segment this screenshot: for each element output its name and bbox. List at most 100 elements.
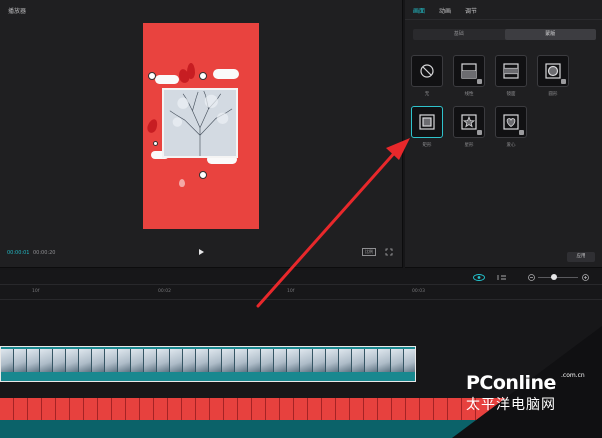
heart-icon bbox=[503, 114, 519, 130]
background-frame-thumbnail bbox=[364, 398, 378, 420]
apply-button[interactable]: 应用 bbox=[567, 252, 595, 262]
properties-tabs: 画面 动画 调节 bbox=[405, 0, 602, 20]
video-frame-thumbnail bbox=[378, 349, 391, 372]
background-frame-thumbnail bbox=[126, 398, 140, 420]
play-icon[interactable] bbox=[197, 248, 205, 256]
background-frame-thumbnail bbox=[238, 398, 252, 420]
video-frame-thumbnail bbox=[222, 349, 235, 372]
video-frame-thumbnail bbox=[339, 349, 352, 372]
star-icon bbox=[461, 114, 477, 130]
video-frame-thumbnail bbox=[261, 349, 274, 372]
ruler-tick: 10f bbox=[32, 289, 40, 294]
ruler-tick: 10f bbox=[287, 289, 295, 294]
video-frame-thumbnail bbox=[313, 349, 326, 372]
mask-star[interactable] bbox=[453, 106, 485, 138]
zoom-out-icon[interactable] bbox=[528, 274, 535, 281]
snap-icon[interactable] bbox=[497, 274, 507, 281]
zoom-in-icon[interactable] bbox=[582, 274, 589, 281]
eye-icon[interactable] bbox=[473, 274, 485, 281]
rectangle-icon bbox=[419, 114, 435, 130]
background-frame-thumbnail bbox=[98, 398, 112, 420]
fullscreen-icon[interactable] bbox=[385, 248, 393, 256]
current-time: 00:00:01 bbox=[7, 250, 30, 256]
background-frame-thumbnail bbox=[70, 398, 84, 420]
video-frame-thumbnail bbox=[300, 349, 313, 372]
video-frame-thumbnail bbox=[14, 349, 27, 372]
timeline-ruler[interactable]: 10f 00:02 10f 00:03 bbox=[0, 284, 602, 300]
background-frame-thumbnail bbox=[266, 398, 280, 420]
watermark: PConline .com.cn 太平洋电脑网 bbox=[466, 372, 585, 414]
mirror-icon bbox=[503, 63, 519, 79]
mask-circle[interactable] bbox=[537, 55, 569, 87]
subtab-mask[interactable]: 蒙版 bbox=[504, 29, 596, 40]
watermark-brand: PConline bbox=[466, 372, 556, 394]
tab-adjust[interactable]: 调节 bbox=[465, 6, 477, 15]
video-frame-thumbnail bbox=[352, 349, 365, 372]
background-frame-thumbnail bbox=[14, 398, 28, 420]
background-frame-thumbnail bbox=[420, 398, 434, 420]
background-frame-thumbnail bbox=[336, 398, 350, 420]
video-frame-thumbnail bbox=[144, 349, 157, 372]
delete-handle-icon[interactable] bbox=[199, 72, 207, 80]
mask-label: 圆形 bbox=[548, 92, 558, 97]
cloud-sticker bbox=[213, 69, 239, 79]
mask-rectangle[interactable] bbox=[411, 106, 443, 138]
tab-animation[interactable]: 动画 bbox=[439, 6, 451, 15]
video-frame-thumbnail bbox=[326, 349, 339, 372]
background-frame-thumbnail bbox=[168, 398, 182, 420]
copy-handle-icon[interactable] bbox=[153, 141, 158, 146]
rotate-handle-icon[interactable] bbox=[148, 72, 156, 80]
background-frame-thumbnail bbox=[182, 398, 196, 420]
video-frame-thumbnail bbox=[66, 349, 79, 372]
video-frame-thumbnail bbox=[183, 349, 196, 372]
video-frames bbox=[1, 349, 415, 372]
picture-subtabs: 基础 蒙版 bbox=[413, 29, 596, 40]
background-frame-thumbnail bbox=[28, 398, 42, 420]
video-frame-thumbnail bbox=[131, 349, 144, 372]
video-frame-thumbnail bbox=[248, 349, 261, 372]
download-icon bbox=[477, 130, 482, 135]
preview-canvas[interactable] bbox=[143, 23, 259, 229]
zoom-slider-handle[interactable] bbox=[551, 274, 557, 280]
background-frame-thumbnail bbox=[112, 398, 126, 420]
background-frame-thumbnail bbox=[280, 398, 294, 420]
photo-clip[interactable] bbox=[162, 88, 238, 158]
video-frame-thumbnail bbox=[105, 349, 118, 372]
video-frame-thumbnail bbox=[118, 349, 131, 372]
video-frame-thumbnail bbox=[157, 349, 170, 372]
zoom-slider[interactable] bbox=[538, 277, 578, 278]
download-icon bbox=[561, 79, 566, 84]
background-frame-thumbnail bbox=[42, 398, 56, 420]
background-frame-thumbnail bbox=[154, 398, 168, 420]
mask-label: 星形 bbox=[464, 143, 474, 148]
player-title: 播放器 bbox=[8, 8, 27, 15]
video-frame-thumbnail bbox=[1, 349, 14, 372]
subtab-basic[interactable]: 基础 bbox=[413, 29, 505, 40]
mask-label: 矩形 bbox=[422, 143, 432, 148]
video-frame-thumbnail bbox=[79, 349, 92, 372]
ruler-tick: 00:03 bbox=[412, 289, 425, 294]
video-clip[interactable] bbox=[0, 346, 416, 382]
player-panel: 播放器 00:00:01 00:00:20 比例 bbox=[0, 0, 403, 268]
video-frame-thumbnail bbox=[53, 349, 66, 372]
tab-picture[interactable]: 画面 bbox=[413, 6, 425, 15]
none-icon bbox=[420, 64, 434, 78]
video-frame-thumbnail bbox=[40, 349, 53, 372]
video-frame-thumbnail bbox=[404, 349, 415, 372]
ratio-button[interactable]: 比例 bbox=[362, 248, 376, 256]
background-frame-thumbnail bbox=[56, 398, 70, 420]
scale-handle-icon[interactable] bbox=[199, 171, 207, 179]
background-frame-thumbnail bbox=[308, 398, 322, 420]
mask-linear[interactable] bbox=[453, 55, 485, 87]
background-frame-thumbnail bbox=[196, 398, 210, 420]
mask-none[interactable] bbox=[411, 55, 443, 87]
mask-heart[interactable] bbox=[495, 106, 527, 138]
video-frame-thumbnail bbox=[391, 349, 404, 372]
tree-image bbox=[164, 90, 236, 156]
background-frame-thumbnail bbox=[140, 398, 154, 420]
video-frame-thumbnail bbox=[274, 349, 287, 372]
heart-sticker bbox=[145, 117, 160, 135]
ruler-tick: 00:02 bbox=[158, 289, 171, 294]
background-frame-thumbnail bbox=[84, 398, 98, 420]
mask-mirror[interactable] bbox=[495, 55, 527, 87]
